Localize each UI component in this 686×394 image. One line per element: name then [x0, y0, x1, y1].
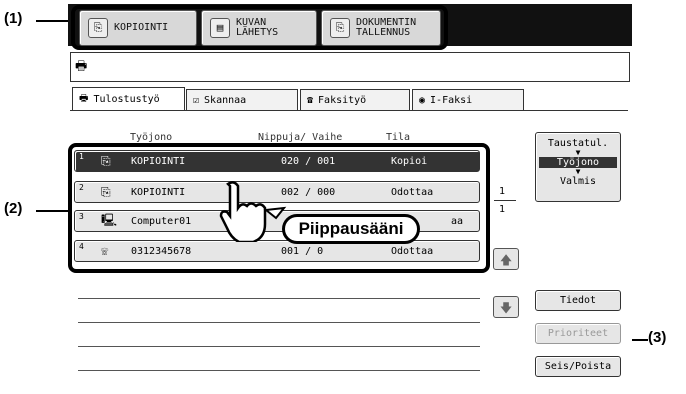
callout-2: (2): [4, 200, 23, 217]
callout-2-line: [36, 210, 72, 212]
callout-3: (3): [648, 329, 667, 346]
divider: [78, 298, 480, 299]
touch-hand-icon: [219, 181, 287, 242]
beep-sound-bubble: Piippausääni: [282, 214, 420, 244]
divider: [78, 346, 480, 347]
printer-icon: 🖶: [79, 93, 89, 104]
status-bar: 🖶: [70, 52, 630, 82]
internet-fax-icon: ◉: [419, 95, 426, 106]
page-divider: [494, 200, 516, 201]
arrow-down-icon: ▼: [575, 148, 581, 157]
scroll-down-button[interactable]: 🡇: [493, 296, 519, 318]
scan-icon: ☑: [193, 95, 200, 106]
stop-delete-button[interactable]: Seis/Poista: [535, 356, 621, 377]
view-option-complete: Valmis: [559, 176, 597, 187]
priority-button[interactable]: Prioriteet: [535, 323, 621, 344]
page-total: 1: [499, 204, 506, 215]
column-header-sets: Nippuja/ Vaihe: [258, 132, 343, 143]
tab-print-job[interactable]: 🖶 Tulostustyö: [72, 87, 185, 111]
arrow-down-icon: 🡇: [499, 301, 513, 315]
mode-highlight-box: [71, 5, 448, 50]
job-tabs: 🖶 Tulostustyö ☑ Skannaa ☎ Faksityö ◉ I-Faksi: [72, 87, 532, 111]
column-header-queue: Työjono: [130, 132, 173, 143]
queue-view-toggle[interactable]: Taustatul. ▼ Työjono ▼ Valmis: [535, 132, 621, 202]
arrow-down-icon: ▼: [575, 167, 581, 176]
fax-icon: ☎: [307, 95, 314, 106]
divider: [78, 322, 480, 323]
page-current: 1: [499, 186, 506, 197]
printer-icon: 🖶: [75, 59, 88, 74]
tab-internet-fax[interactable]: ◉ I-Faksi: [412, 89, 524, 111]
divider: [78, 370, 480, 371]
arrow-up-icon: 🡅: [499, 253, 513, 267]
tab-fax[interactable]: ☎ Faksityö: [300, 89, 410, 111]
details-button[interactable]: Tiedot: [535, 290, 621, 311]
scroll-up-button[interactable]: 🡅: [493, 248, 519, 270]
column-header-status: Tila: [386, 132, 411, 143]
callout-1: (1): [4, 10, 23, 27]
callout-1-line: [36, 20, 72, 22]
tab-scan[interactable]: ☑ Skannaa: [186, 89, 298, 111]
